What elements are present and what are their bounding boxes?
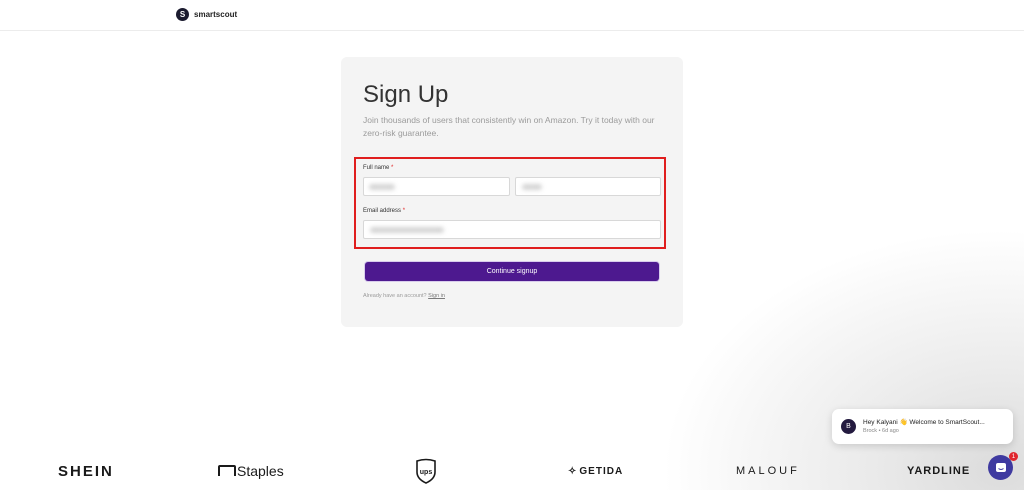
- redacted-value: [369, 184, 395, 190]
- chat-message-text: Hey Kalyani 👋 Welcome to SmartScout...: [863, 419, 985, 426]
- shein-logo: SHEIN: [58, 462, 114, 480]
- chat-bubble-icon: [995, 462, 1006, 472]
- smartscout-logo-icon: S: [176, 8, 189, 21]
- last-name-field[interactable]: [515, 177, 661, 196]
- email-label-text: Email address: [363, 208, 402, 214]
- full-name-label: Full name *: [363, 165, 393, 171]
- getida-mark-icon: ✧: [568, 465, 578, 477]
- notification-badge: 1: [1009, 452, 1018, 461]
- signup-card: Sign Up Join thousands of users that con…: [341, 57, 683, 327]
- ups-logo-text: ups: [420, 469, 433, 476]
- chat-message-meta: Brock • 6d ago: [863, 428, 899, 434]
- avatar: B: [841, 419, 856, 434]
- required-mark: *: [391, 165, 394, 171]
- signin-link[interactable]: Sign in: [428, 293, 445, 299]
- full-name-label-text: Full name: [363, 165, 390, 171]
- top-bar: S smartscout: [0, 0, 1024, 31]
- logo-text: smartscout: [194, 10, 238, 19]
- getida-logo: ✧ GETIDA: [568, 458, 623, 484]
- chat-message-preview[interactable]: B Hey Kalyani 👋 Welcome to SmartScout...…: [832, 409, 1013, 444]
- signup-subtitle: Join thousands of users that consistentl…: [363, 115, 655, 138]
- staples-logo: Staples: [217, 458, 284, 484]
- smartscout-logo[interactable]: S smartscout: [176, 8, 237, 21]
- staples-mark-icon: [218, 465, 236, 476]
- signin-prompt-text: Already have an account?: [363, 293, 427, 299]
- ups-logo: ups: [415, 458, 437, 484]
- signin-prompt: Already have an account? Sign in: [363, 293, 445, 299]
- page-title: Sign Up: [363, 81, 449, 108]
- email-field[interactable]: [363, 220, 661, 239]
- ups-shield-icon: ups: [416, 458, 436, 484]
- required-mark: *: [402, 208, 406, 214]
- redacted-value: [370, 227, 444, 233]
- first-name-field[interactable]: [363, 177, 510, 196]
- email-label: Email address *: [363, 208, 405, 214]
- getida-logo-text: GETIDA: [579, 465, 624, 477]
- continue-signup-button[interactable]: Continue signup: [365, 262, 659, 281]
- yardline-logo: YARDLINE: [907, 465, 971, 477]
- malouf-logo: MALOUF: [736, 465, 800, 477]
- redacted-value: [522, 184, 542, 190]
- staples-logo-text: Staples: [237, 463, 284, 479]
